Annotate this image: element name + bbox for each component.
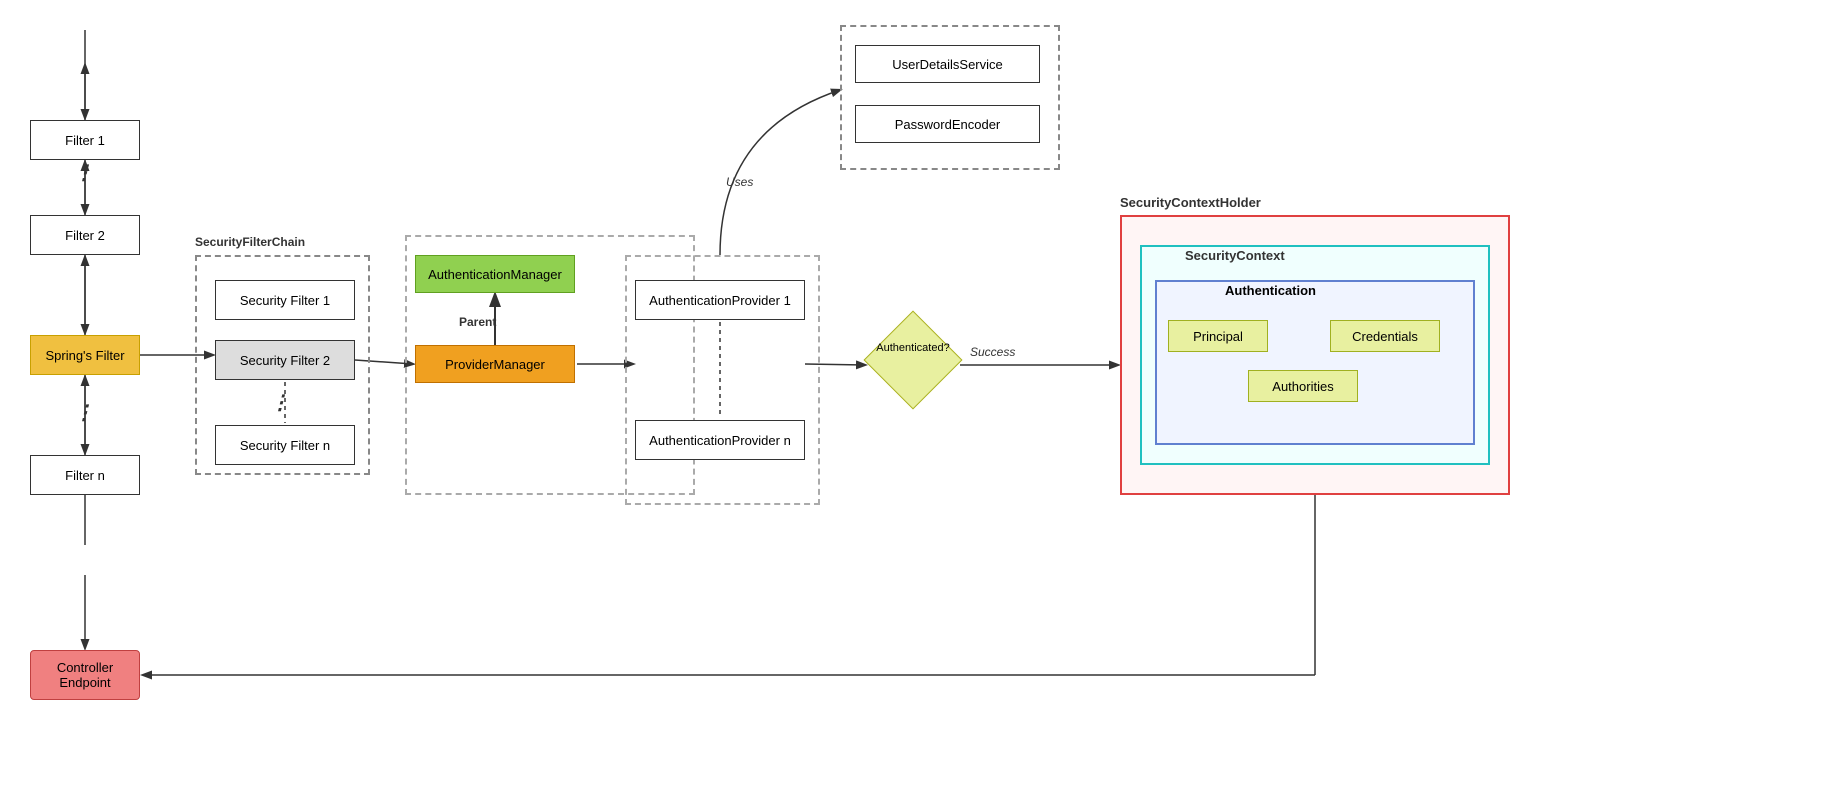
filtern-label: Filter n <box>65 468 105 483</box>
controller-box: ControllerEndpoint <box>30 650 140 700</box>
auth-inner-container <box>1155 280 1475 445</box>
auth-manager-label: AuthenticationManager <box>428 267 562 282</box>
parent-label: Parent <box>459 315 496 329</box>
provider-manager-box: ProviderManager <box>415 345 575 383</box>
filter2-box: Filter 2 <box>30 215 140 255</box>
apn-box: AuthenticationProvider n <box>635 420 805 460</box>
ap1-box: AuthenticationProvider 1 <box>635 280 805 320</box>
diamond-shape <box>864 311 963 410</box>
springs-filter-label: Spring's Filter <box>45 348 124 363</box>
authenticated-label: Authenticated? <box>868 342 958 354</box>
dots-sf: ⋮ <box>270 390 290 415</box>
principal-label: Principal <box>1193 329 1243 344</box>
sc-label: SecurityContext <box>1185 248 1285 263</box>
provider-manager-label: ProviderManager <box>445 357 545 372</box>
filtern-box: Filter n <box>30 455 140 495</box>
ap1-label: AuthenticationProvider 1 <box>649 293 791 308</box>
sf1-box: Security Filter 1 <box>215 280 355 320</box>
uds-label: UserDetailsService <box>892 57 1003 72</box>
auth-inner-label: Authentication <box>1225 283 1316 298</box>
sf1-label: Security Filter 1 <box>240 293 330 308</box>
apn-label: AuthenticationProvider n <box>649 433 791 448</box>
authorities-label: Authorities <box>1272 379 1333 394</box>
dots-filter-top: ⋮ <box>74 160 94 185</box>
authorities-box: Authorities <box>1248 370 1358 402</box>
principal-box: Principal <box>1168 320 1268 352</box>
controller-label: ControllerEndpoint <box>57 660 113 690</box>
success-label: Success <box>970 345 1015 359</box>
sfn-label: Security Filter n <box>240 438 330 453</box>
sf2-label: Security Filter 2 <box>240 353 330 368</box>
pe-box: PasswordEncoder <box>855 105 1040 143</box>
authenticated-diamond: Authenticated? <box>868 330 958 390</box>
filter2-label: Filter 2 <box>65 228 105 243</box>
filter1-box: Filter 1 <box>30 120 140 160</box>
uds-box: UserDetailsService <box>855 45 1040 83</box>
sfc-label: SecurityFilterChain <box>195 235 305 249</box>
sfn-box: Security Filter n <box>215 425 355 465</box>
diagram-container: Filter 1 Filter 2 Spring's Filter Filter… <box>0 0 1846 791</box>
uses-label: Uses <box>726 175 753 189</box>
filter1-label: Filter 1 <box>65 133 105 148</box>
credentials-box: Credentials <box>1330 320 1440 352</box>
sch-label: SecurityContextHolder <box>1120 195 1261 210</box>
dots-filter-between: ⋮ <box>74 400 94 425</box>
auth-manager-box: AuthenticationManager <box>415 255 575 293</box>
pe-label: PasswordEncoder <box>895 117 1001 132</box>
springs-filter-box: Spring's Filter <box>30 335 140 375</box>
sf2-box: Security Filter 2 <box>215 340 355 380</box>
credentials-label: Credentials <box>1352 329 1418 344</box>
